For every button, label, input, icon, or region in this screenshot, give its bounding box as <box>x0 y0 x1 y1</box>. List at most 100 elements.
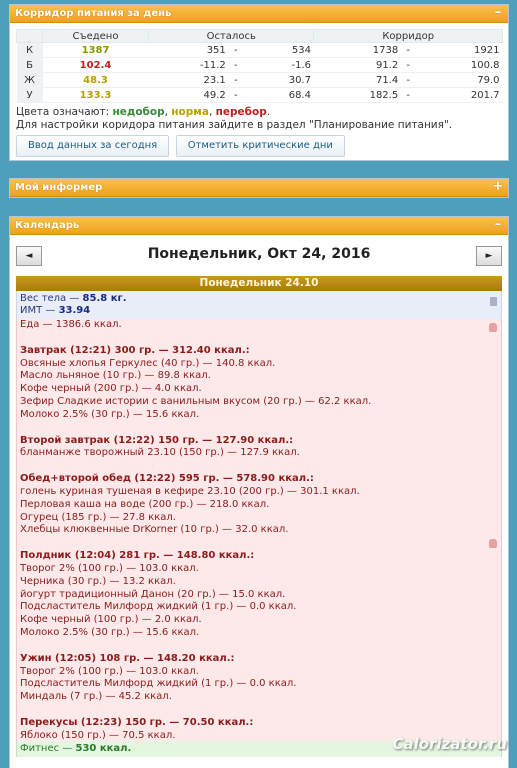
weight-block: Вес тела — 85.8 кг. ИМТ — 33.94 <box>16 291 502 319</box>
weight-value: 85.8 кг. <box>82 293 127 304</box>
list-item: бланманже творожный 23.10 (150 гр.) — 12… <box>20 447 300 459</box>
list-item: Творог 2% (100 гр.) — 103.0 ккал. <box>20 562 199 574</box>
meal-title: Ужин (12:05) 108 гр. — 148.20 ккал.: <box>20 652 235 664</box>
range-dash: - <box>401 72 416 88</box>
meal-title: Перекусы (12:23) 150 гр. — 70.50 ккал.: <box>20 716 254 728</box>
range-dash: - <box>401 57 416 73</box>
legend-prefix: Цвета означают: <box>16 106 113 118</box>
weight-label: Вес тела — <box>20 293 83 304</box>
hand-icon[interactable] <box>489 539 497 548</box>
table-header-eaten: Съедено <box>42 29 149 43</box>
eaten-value: 48.3 <box>42 72 149 88</box>
fitness-value: 530 ккал. <box>75 743 132 754</box>
list-item: Перловая каша на воде (200 гр.) — 218.0 … <box>20 498 270 510</box>
meal-title: Второй завтрак (12:22) 150 гр. — 127.90 … <box>20 434 294 446</box>
trash-icon[interactable] <box>490 297 497 306</box>
collapse-icon[interactable]: – <box>492 6 504 19</box>
expand-icon[interactable]: + <box>492 180 504 193</box>
corridor-min: 182.5 <box>313 87 402 103</box>
calendar-panel-title: Календарь <box>15 220 80 231</box>
corridor-min: 1738 <box>313 42 402 58</box>
remaining-max: -1.6 <box>242 57 314 73</box>
eaten-value: 102.4 <box>42 57 149 73</box>
remaining-max: 68.4 <box>242 87 314 103</box>
range-dash: - <box>228 72 243 88</box>
range-dash: - <box>228 57 243 73</box>
food-block: Еда — 1386.6 ккал. Завтрак (12:21) 300 г… <box>16 319 502 741</box>
legend-norm: норма <box>171 106 209 118</box>
corridor-table: Съедено Осталось Корридор К 1387 351-534 17… <box>16 29 503 103</box>
corridor-min: 91.2 <box>313 57 402 73</box>
row-label: У <box>16 87 43 103</box>
list-item: Масло льняное (10 гр.) — 89.8 ккал. <box>20 370 211 382</box>
corridor-panel-title: Корридор питания за день <box>15 8 172 19</box>
list-item: Миндаль (7 гр.) — 45.2 ккал. <box>20 691 172 703</box>
list-item: Подсластитель Милфорд жидкий (1 гр.) — 0… <box>20 601 297 613</box>
row-label: Б <box>16 57 43 73</box>
calendar-nav: ◄ Понедельник, Окт 24, 2016 ► <box>10 240 508 274</box>
table-header-empty <box>16 29 43 43</box>
next-day-button[interactable]: ► <box>476 246 502 266</box>
list-item: Черника (30 гр.) — 13.2 ккал. <box>20 575 176 587</box>
site-watermark: Calorizator.ru <box>392 735 507 753</box>
corridor-panel: Корридор питания за день – Съедено Остал… <box>9 4 509 161</box>
bmi-value: 33.94 <box>58 305 91 316</box>
color-legend: Цвета означают: недобор, норма, перебор.… <box>16 106 453 131</box>
eaten-value: 133.3 <box>42 87 149 103</box>
meal-title: Обед+второй обед (12:22) 595 гр. — 578.9… <box>20 473 314 485</box>
corridor-min: 71.4 <box>313 72 402 88</box>
table-row: У 133.3 49.2-68.4 182.5-201.7 <box>16 87 503 103</box>
bmi-label: ИМТ — <box>20 305 59 316</box>
list-item: Молоко 2.5% (30 гр.) — 15.6 ккал. <box>20 626 200 638</box>
food-total: Еда — 1386.6 ккал. <box>20 319 122 330</box>
table-header-corridor: Корридор <box>313 29 503 43</box>
enter-today-button[interactable]: Ввод данных за сегодня <box>16 135 170 157</box>
corridor-max: 100.8 <box>415 57 503 73</box>
remaining-min: 351 <box>148 42 229 58</box>
calendar-date-title: Понедельник, Окт 24, 2016 <box>147 246 371 262</box>
table-row: Б 102.4 -11.2- -1.6 91.2-100.8 <box>16 57 503 73</box>
row-label: К <box>16 42 43 58</box>
hand-icon[interactable] <box>489 323 497 332</box>
range-dash: - <box>401 87 416 103</box>
legend-under: недобор <box>112 106 165 118</box>
row-label: Ж <box>16 72 43 88</box>
table-row: К 1387 351-534 1738-1921 <box>16 42 503 58</box>
list-item: Огурец (185 гр.) — 27.8 ккал. <box>20 511 176 523</box>
remaining-max: 30.7 <box>242 72 314 88</box>
range-dash: - <box>401 42 416 58</box>
corridor-max: 79.0 <box>415 72 503 88</box>
corridor-panel-header[interactable]: Корридор питания за день – <box>10 5 508 23</box>
remaining-min: 49.2 <box>148 87 229 103</box>
meal-title: Завтрак (12:21) 300 гр. — 312.40 ккал.: <box>20 344 250 356</box>
list-item: Кофе черный (200 гр.) — 4.0 ккал. <box>20 383 202 395</box>
table-row: Ж 48.3 23.1-30.7 71.4-79.0 <box>16 72 503 88</box>
list-item: Кофе черный (100 гр.) — 2.0 ккал. <box>20 614 202 626</box>
remaining-max: 534 <box>242 42 314 58</box>
table-header-remaining: Осталось <box>147 29 315 43</box>
list-item: голень куриная тушеная в кефире 23.10 (2… <box>20 485 360 497</box>
legend-note: Для настройки коридора питания зайдите в… <box>16 119 453 131</box>
range-dash: - <box>228 87 243 103</box>
corridor-max: 1921 <box>415 42 503 58</box>
range-dash: - <box>228 42 243 58</box>
collapse-icon[interactable]: – <box>492 218 504 231</box>
meal-title: Полдник (12:04) 281 гр. — 148.80 ккал.: <box>20 550 255 562</box>
corridor-max: 201.7 <box>415 87 503 103</box>
eaten-value: 1387 <box>42 42 149 58</box>
calendar-panel: Календарь – ◄ Понедельник, Окт 24, 2016 … <box>9 216 509 768</box>
list-item: Творог 2% (100 гр.) — 103.0 ккал. <box>20 665 199 677</box>
list-item: йогурт традиционный Данон (20 гр.) — 15.… <box>20 588 286 600</box>
mark-critical-days-button[interactable]: Отметить критические дни <box>175 135 345 157</box>
list-item: Овсяные хлопья Геркулес (40 гр.) — 140.8… <box>20 357 276 369</box>
informer-panel-header[interactable]: Мой информер + <box>10 179 508 197</box>
list-item: Зефир Сладкие истории с ванильным вкусом… <box>20 395 372 407</box>
list-item: Хлебцы клюквенные DrKorner (10 гр.) — 32… <box>20 524 289 536</box>
remaining-min: 23.1 <box>148 72 229 88</box>
informer-panel-title: Мой информер <box>15 182 103 193</box>
calendar-panel-header[interactable]: Календарь – <box>10 217 508 235</box>
legend-over: перебор <box>215 106 267 118</box>
list-item: Молоко 2.5% (30 гр.) — 15.6 ккал. <box>20 408 200 420</box>
remaining-min: -11.2 <box>148 57 229 73</box>
informer-panel: Мой информер + <box>9 178 509 198</box>
